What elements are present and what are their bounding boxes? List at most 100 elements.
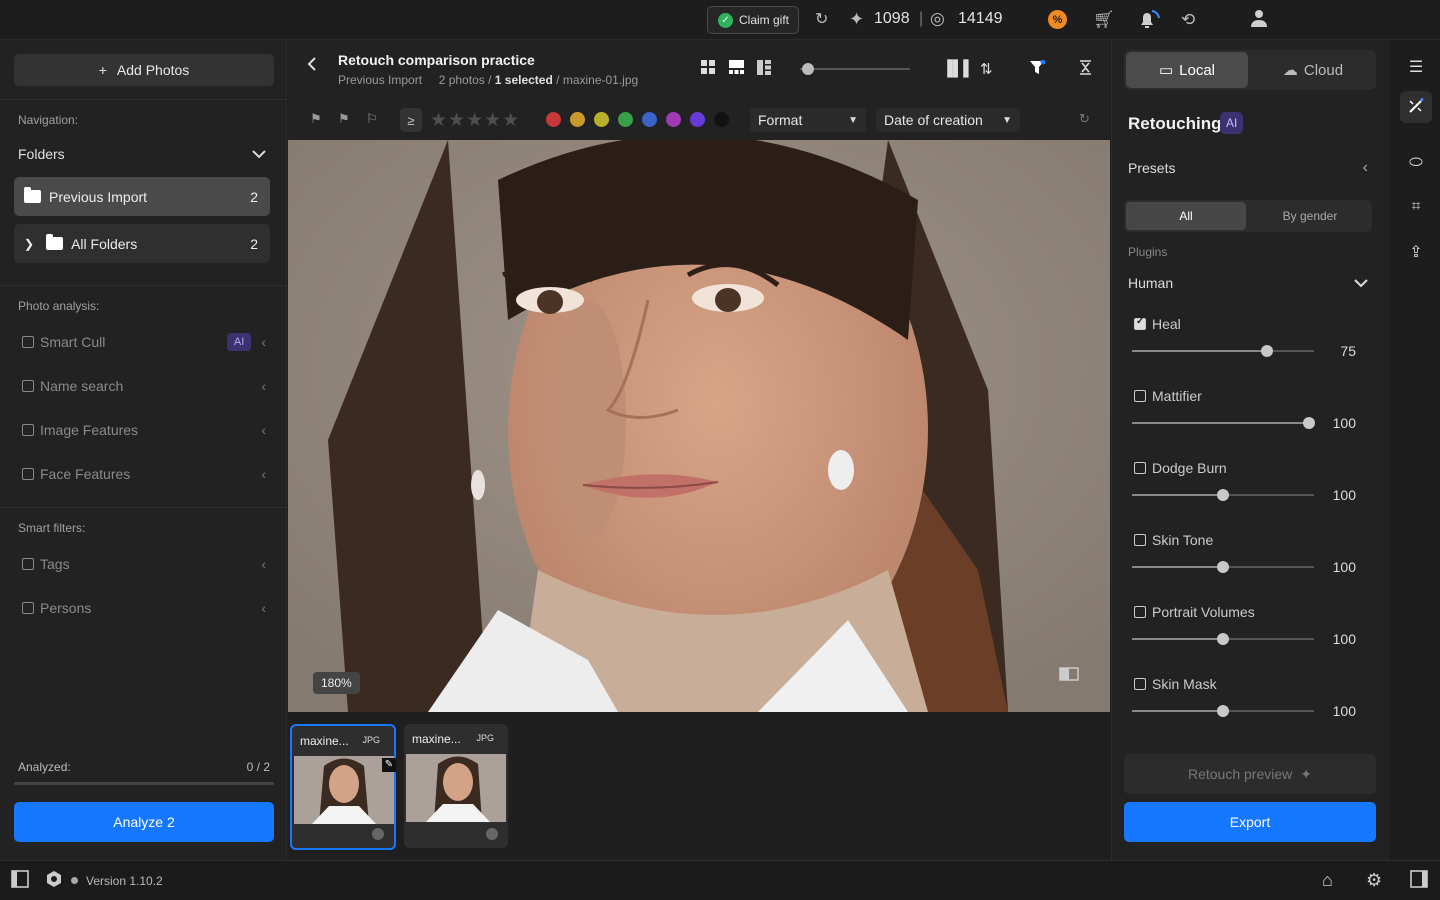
checkbox[interactable] bbox=[22, 336, 34, 348]
chevron-left-icon[interactable]: ‹ bbox=[261, 600, 266, 616]
cloud-option[interactable]: ☁ Cloud bbox=[1252, 52, 1374, 88]
chevron-left-icon[interactable]: ‹ bbox=[261, 378, 266, 394]
collapse-left-panel-icon[interactable] bbox=[11, 870, 29, 893]
preset-all-option[interactable]: All bbox=[1126, 202, 1246, 230]
filter-smart-cull[interactable]: Smart Cull AI ‹ bbox=[22, 331, 266, 353]
plugin-strength-slider[interactable] bbox=[1132, 561, 1314, 573]
retouch-brush-icon[interactable] bbox=[1406, 98, 1426, 119]
checkbox[interactable] bbox=[22, 602, 34, 614]
share-upload-icon[interactable]: ⇪ bbox=[1406, 242, 1426, 262]
breadcrumb[interactable]: Previous Import bbox=[338, 73, 422, 87]
thumbnail-size-slider[interactable] bbox=[800, 68, 910, 70]
filter-funnel-icon[interactable] bbox=[1030, 59, 1046, 79]
filter-face-features[interactable]: Face Features ‹ bbox=[22, 463, 266, 485]
home-icon[interactable]: ⌂ bbox=[1322, 870, 1333, 891]
filter-persons[interactable]: Persons ‹ bbox=[22, 597, 266, 619]
chevron-left-icon[interactable]: ‹ bbox=[261, 422, 266, 438]
refresh-icon[interactable]: ↻ bbox=[815, 9, 828, 31]
folder-previous-import[interactable]: Previous Import 2 bbox=[14, 177, 270, 216]
format-dropdown[interactable]: Format ▼ bbox=[750, 108, 866, 132]
plugin-strength-slider[interactable] bbox=[1132, 417, 1315, 429]
add-photos-button[interactable]: + Add Photos bbox=[14, 54, 274, 86]
grid-view-icon[interactable] bbox=[701, 60, 716, 75]
main-photo[interactable] bbox=[288, 140, 1110, 712]
checkbox[interactable] bbox=[1134, 606, 1146, 618]
thumbnail[interactable]: maxine... JPG ✎ bbox=[290, 724, 396, 850]
history-icon[interactable]: ⟲ bbox=[1181, 9, 1195, 31]
checkbox[interactable] bbox=[22, 380, 34, 392]
adjustments-icon[interactable]: ☰ bbox=[1406, 57, 1426, 77]
chevron-left-icon[interactable]: ‹ bbox=[261, 466, 266, 482]
claim-gift-button[interactable]: ✓ Claim gift bbox=[707, 6, 799, 34]
checkbox[interactable] bbox=[1134, 462, 1146, 474]
plugin-strength-slider[interactable] bbox=[1132, 705, 1314, 717]
back-arrow-icon[interactable] bbox=[306, 56, 318, 77]
plugin-toggle[interactable]: Skin Tone bbox=[1134, 532, 1213, 548]
filter-tags[interactable]: Tags ‹ bbox=[22, 553, 266, 575]
chevron-left-icon[interactable]: ‹ bbox=[261, 556, 266, 572]
checkbox[interactable] bbox=[1134, 534, 1146, 546]
plugin-group-human[interactable]: Human bbox=[1128, 275, 1368, 291]
plugin-strength-slider[interactable] bbox=[1132, 489, 1314, 501]
folder-all-folders[interactable]: ❯ All Folders 2 bbox=[14, 224, 270, 263]
slider-handle[interactable] bbox=[1217, 633, 1229, 645]
plugin-toggle[interactable]: Portrait Volumes bbox=[1134, 604, 1255, 620]
chevron-left-icon[interactable]: ‹ bbox=[261, 334, 266, 350]
rating-comparator[interactable]: ≥ bbox=[400, 108, 422, 132]
sort-icon[interactable]: ⇅ bbox=[980, 60, 993, 78]
thumbnail[interactable]: maxine... JPG bbox=[404, 724, 508, 848]
checkbox[interactable] bbox=[22, 558, 34, 570]
compare-view-icon[interactable] bbox=[757, 60, 772, 75]
checkbox[interactable] bbox=[1134, 390, 1146, 402]
collapse-right-panel-icon[interactable] bbox=[1410, 870, 1428, 893]
user-icon[interactable] bbox=[1250, 9, 1268, 34]
single-view-icon[interactable] bbox=[729, 60, 744, 75]
slider-handle[interactable] bbox=[1217, 489, 1229, 501]
flag-rejected-icon[interactable]: ⚑ bbox=[338, 111, 350, 127]
color-label-dot[interactable] bbox=[618, 112, 633, 127]
plugin-strength-slider[interactable] bbox=[1132, 633, 1314, 645]
settings-gear-icon[interactable]: ⚙ bbox=[1366, 870, 1382, 891]
flag-unflagged-icon[interactable]: ⚐ bbox=[366, 111, 378, 127]
discount-icon[interactable]: % bbox=[1048, 10, 1067, 29]
plugin-strength-slider[interactable] bbox=[1132, 345, 1314, 357]
plugin-toggle[interactable]: Mattifier bbox=[1134, 388, 1202, 404]
color-label-dot[interactable] bbox=[690, 112, 705, 127]
presets-row[interactable]: Presets ‹ bbox=[1128, 159, 1368, 177]
slider-handle[interactable] bbox=[1217, 561, 1229, 573]
slider-handle[interactable] bbox=[802, 63, 814, 75]
color-label-dot[interactable] bbox=[594, 112, 609, 127]
mask-icon[interactable]: ⬭ bbox=[1406, 154, 1426, 172]
analyze-button[interactable]: Analyze 2 bbox=[14, 802, 274, 842]
filter-name-search[interactable]: Name search ‹ bbox=[22, 375, 266, 397]
checkbox[interactable] bbox=[1134, 678, 1146, 690]
notifications-icon[interactable] bbox=[1137, 9, 1161, 38]
retouch-preview-button[interactable]: Retouch preview ✦ bbox=[1124, 754, 1376, 794]
color-label-dot[interactable] bbox=[666, 112, 681, 127]
color-label-dot[interactable] bbox=[570, 112, 585, 127]
local-option[interactable]: ▭ Local bbox=[1126, 52, 1248, 88]
plugin-toggle[interactable]: Skin Mask bbox=[1134, 676, 1217, 692]
rating-stars[interactable]: ★★★★★ bbox=[430, 109, 520, 132]
crop-icon[interactable]: ⌗ bbox=[1406, 198, 1426, 216]
reset-filters-icon[interactable]: ↻ bbox=[1079, 111, 1090, 127]
color-label-dot[interactable] bbox=[642, 112, 657, 127]
cart-icon[interactable]: 🛒︎ bbox=[1093, 9, 1115, 31]
chevron-right-icon[interactable]: ❯ bbox=[24, 237, 34, 251]
folders-toggle[interactable]: Folders bbox=[18, 146, 266, 162]
slider-handle[interactable] bbox=[1302, 417, 1315, 429]
checkbox[interactable] bbox=[1134, 316, 1146, 330]
sort-dropdown[interactable]: Date of creation ▼ bbox=[876, 108, 1020, 132]
slider-handle[interactable] bbox=[1217, 705, 1229, 717]
preset-by-gender-option[interactable]: By gender bbox=[1250, 202, 1370, 230]
slider-handle[interactable] bbox=[1260, 345, 1273, 357]
filter-image-features[interactable]: Image Features ‹ bbox=[22, 419, 266, 441]
zoom-level[interactable]: 180% bbox=[313, 672, 360, 694]
plugin-toggle[interactable]: Dodge Burn bbox=[1134, 460, 1227, 476]
checkbox[interactable] bbox=[22, 468, 34, 480]
library-icon[interactable]: ▐▌▌ bbox=[942, 60, 974, 77]
color-label-dot[interactable] bbox=[714, 112, 729, 127]
color-label-dot[interactable] bbox=[546, 112, 561, 127]
export-button[interactable]: Export bbox=[1124, 802, 1376, 842]
collapse-icon[interactable] bbox=[1078, 60, 1093, 79]
